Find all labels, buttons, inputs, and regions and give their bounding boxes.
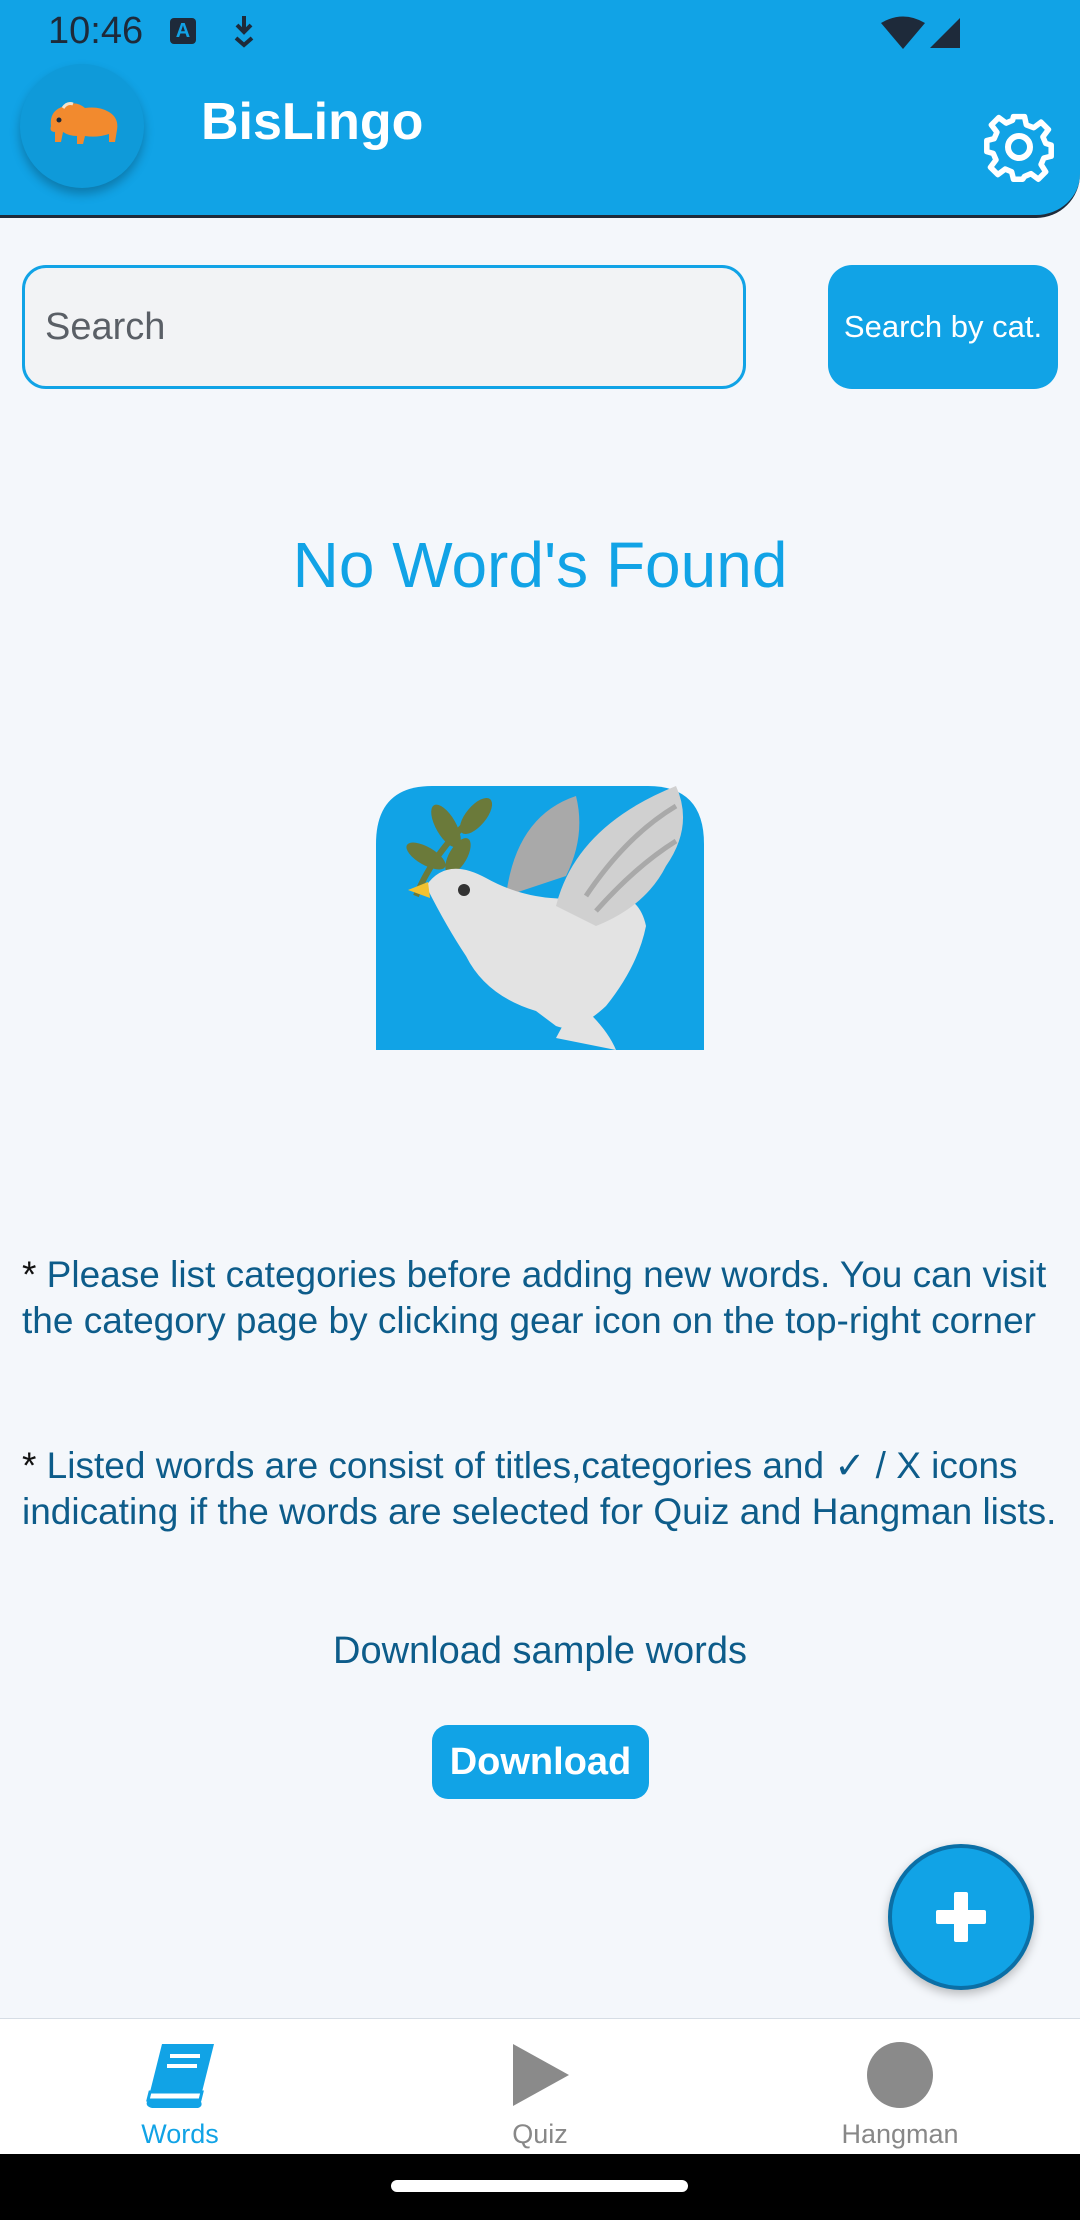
search-by-category-button[interactable]: Search by cat. [828, 265, 1058, 389]
home-gesture-handle[interactable] [391, 2180, 688, 2192]
info-note-star: * [22, 1445, 37, 1486]
circle-icon [867, 2042, 933, 2108]
nav-item-words[interactable]: Words [0, 2019, 360, 2155]
bison-icon [50, 102, 118, 144]
cellular-signal-icon [930, 18, 960, 48]
nav-label-hangman: Hangman [841, 2119, 959, 2149]
info-note-categories: * Please list categories before adding n… [22, 1252, 1062, 1344]
info-note-text: Listed words are consist of titles,categ… [22, 1445, 1057, 1532]
wifi-icon [881, 16, 925, 49]
info-note-listed-words: * Listed words are consist of titles,cat… [22, 1443, 1062, 1535]
download-button[interactable]: Download [432, 1725, 649, 1799]
nav-label-words: Words [141, 2119, 219, 2149]
system-navigation-bar [0, 2154, 1080, 2220]
nav-item-hangman[interactable]: Hangman [720, 2019, 1080, 2155]
search-input[interactable] [22, 265, 746, 389]
download-icon [234, 16, 254, 48]
app-header: 10:46 A BisLingo [0, 0, 1080, 218]
nav-item-quiz[interactable]: Quiz [360, 2019, 720, 2155]
info-note-text: Please list categories before adding new… [22, 1254, 1047, 1341]
app-title: BisLingo [201, 93, 424, 151]
status-time: 10:46 [48, 10, 144, 52]
plus-icon [936, 1892, 986, 1942]
bottom-navigation: Words Quiz Hangman [0, 2018, 1080, 2155]
dove-illustration [376, 786, 704, 1050]
info-note-star: * [22, 1254, 37, 1295]
download-sample-label: Download sample words [333, 1630, 747, 1672]
book-icon [146, 2044, 214, 2108]
add-word-button[interactable] [888, 1844, 1034, 1990]
nav-label-quiz: Quiz [512, 2119, 568, 2149]
gear-icon[interactable] [982, 110, 1056, 184]
text-a-icon: A [170, 18, 196, 44]
app-logo[interactable] [20, 64, 144, 188]
empty-state-title: No Word's Found [292, 529, 788, 601]
play-icon [513, 2044, 569, 2106]
